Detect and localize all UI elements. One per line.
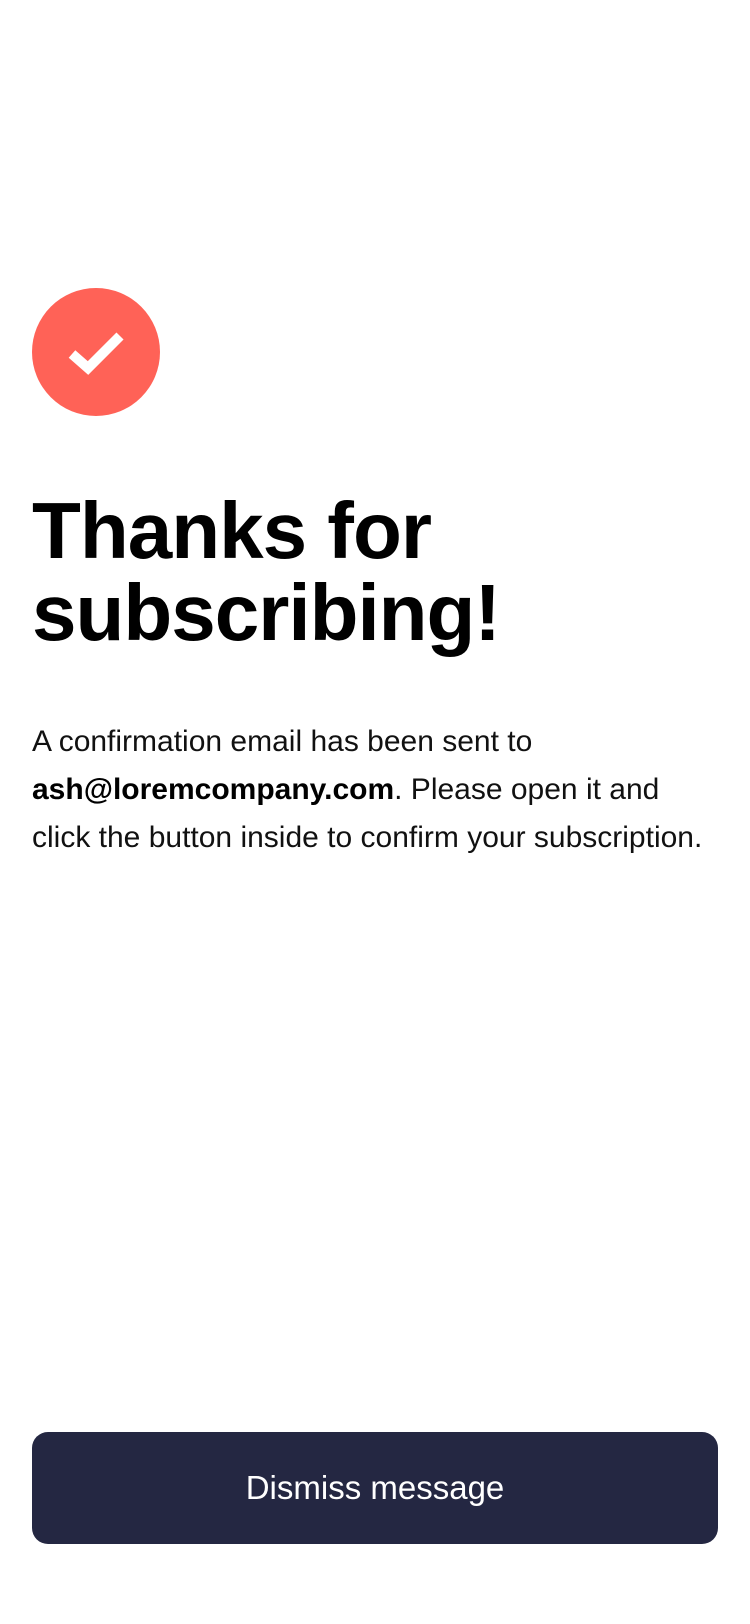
message-intro: A confirmation email has been sent to: [32, 725, 533, 758]
confirmation-message: A confirmation email has been sent to as…: [32, 718, 722, 862]
success-icon: [32, 288, 160, 416]
dismiss-message-button[interactable]: Dismiss message: [32, 1432, 718, 1544]
page-title: Thanks for subscribing!: [32, 486, 501, 657]
checkmark-icon: [68, 332, 124, 375]
subscriber-email: ash@loremcompany.com: [32, 773, 395, 806]
